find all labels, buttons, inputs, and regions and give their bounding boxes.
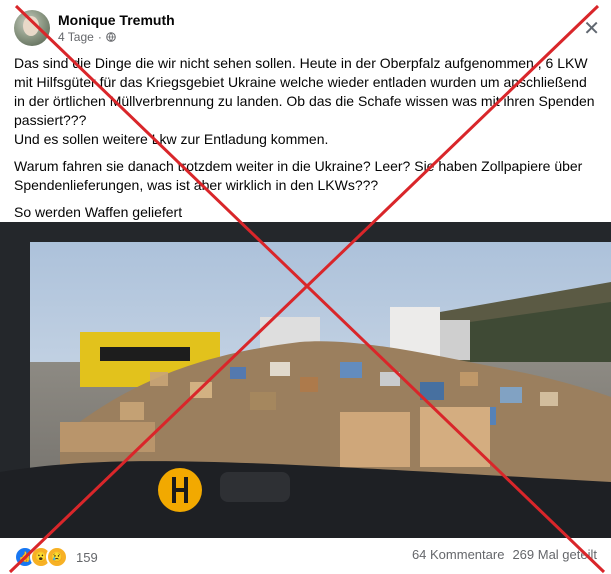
meta-separator: · <box>97 30 102 44</box>
post-paragraph: Warum fahren sie danach trotzdem weiter … <box>14 158 583 193</box>
post-stats: 64 Kommentare 269 Mal geteilt <box>412 547 597 562</box>
comments-count[interactable]: 64 Kommentare <box>412 547 505 562</box>
post-footer: 👍 😮 😢 159 64 Kommentare 269 Mal geteilt <box>0 538 611 574</box>
close-icon[interactable]: ✕ <box>583 16 600 41</box>
sad-reaction-icon: 😢 <box>46 546 68 568</box>
globe-icon <box>106 32 116 42</box>
post-paragraph: So werden Waffen geliefert <box>14 204 183 220</box>
reactions[interactable]: 👍 😮 😢 159 <box>14 546 98 568</box>
avatar[interactable] <box>14 10 50 46</box>
post-text: Das sind die Dinge die wir nicht sehen s… <box>14 54 599 230</box>
author-name[interactable]: Monique Tremuth <box>58 12 175 28</box>
post-paragraph: Das sind die Dinge die wir nicht sehen s… <box>14 55 595 147</box>
reaction-count[interactable]: 159 <box>76 550 98 565</box>
photo-scene <box>0 222 611 538</box>
post-photo[interactable] <box>0 222 611 538</box>
timestamp[interactable]: 4 Tage <box>58 30 94 44</box>
post-meta: 4 Tage · <box>58 30 116 44</box>
shares-count[interactable]: 269 Mal geteilt <box>512 547 597 562</box>
post-header: Monique Tremuth 4 Tage · ✕ <box>14 10 604 50</box>
